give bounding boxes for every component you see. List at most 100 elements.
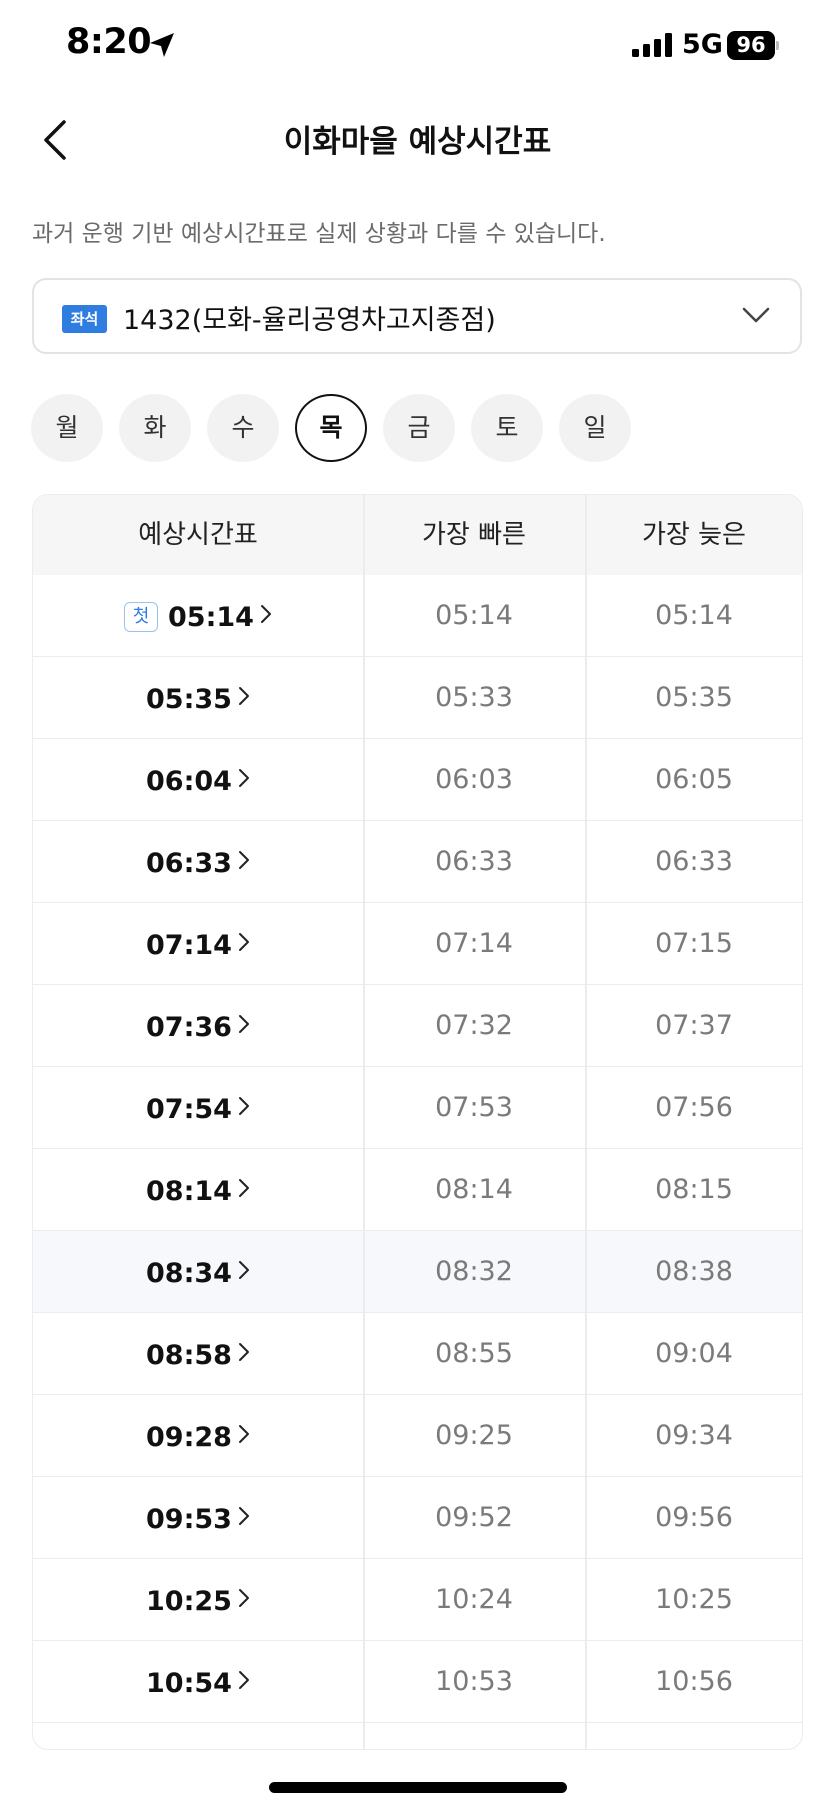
earliest-time-cell: 10:24	[435, 1584, 513, 1615]
latest-time-cell: 08:15	[655, 1174, 733, 1205]
day-tab-tue[interactable]: 화	[119, 394, 191, 462]
day-tab-sat[interactable]: 토	[471, 394, 543, 462]
earliest-time-cell: 08:55	[435, 1338, 513, 1369]
scheduled-time-cell[interactable]: 07:36	[33, 985, 363, 1067]
scheduled-time-cell[interactable]: 08:34	[33, 1231, 363, 1313]
latest-time-cell: 08:38	[655, 1256, 733, 1287]
nav-bar: 이화마을 예상시간표	[0, 96, 835, 182]
chevron-down-icon	[742, 306, 770, 328]
table-row[interactable]: 09:28 09:25 09:34	[33, 1395, 802, 1477]
table-row[interactable]	[33, 1723, 802, 1749]
table-header: 예상시간표 가장 빠른 가장 늦은	[33, 495, 802, 575]
scheduled-time-cell[interactable]: 08:14	[33, 1149, 363, 1231]
scheduled-time-cell[interactable]: 10:25	[33, 1559, 363, 1641]
table-row[interactable]: 첫 05:14 05:14 05:14	[33, 575, 802, 657]
table-row[interactable]: 10:54 10:53 10:56	[33, 1641, 802, 1723]
table-row[interactable]: 05:35 05:33 05:35	[33, 657, 802, 739]
earliest-time-cell: 06:03	[435, 764, 513, 795]
scheduled-time: 06:33	[146, 848, 232, 879]
scheduled-time-cell[interactable]: 05:35	[33, 657, 363, 739]
scheduled-time-cell[interactable]: 08:58	[33, 1313, 363, 1395]
day-tab-fri[interactable]: 금	[383, 394, 455, 462]
chevron-right-icon	[238, 1559, 250, 1641]
scheduled-time: 07:14	[146, 930, 232, 961]
latest-time-cell: 10:56	[655, 1666, 733, 1697]
table-row[interactable]: 08:14 08:14 08:15	[33, 1149, 802, 1231]
chevron-right-icon	[238, 1641, 250, 1723]
route-name: 1432(모화-율리공영차고지종점)	[123, 305, 496, 336]
column-header-scheduled: 예상시간표	[138, 520, 258, 550]
scheduled-time: 09:28	[146, 1422, 232, 1453]
page-title: 이화마을 예상시간표	[283, 124, 552, 160]
day-tab-mon[interactable]: 월	[31, 394, 103, 462]
home-indicator	[269, 1782, 567, 1793]
chevron-right-icon	[238, 985, 250, 1067]
table-row[interactable]: 10:25 10:24 10:25	[33, 1559, 802, 1641]
chevron-right-icon	[260, 575, 272, 657]
location-arrow-icon	[148, 31, 176, 63]
day-tab-wed[interactable]: 수	[207, 394, 279, 462]
column-header-latest: 가장 늦은	[642, 520, 746, 550]
table-row[interactable]: 08:34 08:32 08:38	[33, 1231, 802, 1313]
scheduled-time: 05:14	[168, 602, 254, 633]
scheduled-time: 07:36	[146, 1012, 232, 1043]
timetable: 예상시간표 가장 빠른 가장 늦은 첫 05:14 05:14 05:14 05:35 0…	[32, 494, 803, 1750]
latest-time-cell: 07:15	[655, 928, 733, 959]
route-selector[interactable]: 좌석 1432(모화-율리공영차고지종점)	[32, 278, 802, 354]
scheduled-time: 08:58	[146, 1340, 232, 1371]
scheduled-time-cell[interactable]: 09:28	[33, 1395, 363, 1477]
scheduled-time: 09:53	[146, 1504, 232, 1535]
disclaimer-text: 과거 운행 기반 예상시간표로 실제 상황과 다를 수 있습니다.	[32, 221, 606, 247]
day-tab-thu[interactable]: 목	[295, 394, 367, 462]
chevron-right-icon	[238, 1395, 250, 1477]
earliest-time-cell: 05:33	[435, 682, 513, 713]
scheduled-time: 06:04	[146, 766, 232, 797]
battery-level: 96	[727, 31, 775, 60]
scheduled-time: 08:34	[146, 1258, 232, 1289]
table-row[interactable]: 07:14 07:14 07:15	[33, 903, 802, 985]
latest-time-cell: 05:14	[655, 600, 733, 631]
table-row[interactable]: 06:04 06:03 06:05	[33, 739, 802, 821]
day-tabs: 월 화 수 목 금 토 일	[31, 394, 811, 464]
table-row[interactable]: 08:58 08:55 09:04	[33, 1313, 802, 1395]
scheduled-time: 05:35	[146, 684, 232, 715]
earliest-time-cell: 07:32	[435, 1010, 513, 1041]
chevron-right-icon	[238, 1231, 250, 1313]
earliest-time-cell: 09:52	[435, 1502, 513, 1533]
earliest-time-cell: 08:32	[435, 1256, 513, 1287]
status-bar: 8:20 5G 96	[0, 0, 835, 96]
scheduled-time-cell[interactable]: 첫 05:14	[33, 575, 363, 657]
status-time: 8:20	[66, 22, 152, 62]
table-row[interactable]: 07:36 07:32 07:37	[33, 985, 802, 1067]
table-row[interactable]: 07:54 07:53 07:56	[33, 1067, 802, 1149]
scheduled-time-cell[interactable]: 07:14	[33, 903, 363, 985]
latest-time-cell: 07:37	[655, 1010, 733, 1041]
scheduled-time-cell[interactable]: 07:54	[33, 1067, 363, 1149]
latest-time-cell: 06:33	[655, 846, 733, 877]
chevron-right-icon	[238, 1313, 250, 1395]
table-row[interactable]: 06:33 06:33 06:33	[33, 821, 802, 903]
signal-bars-icon	[632, 33, 674, 61]
earliest-time-cell: 07:14	[435, 928, 513, 959]
scheduled-time: 07:54	[146, 1094, 232, 1125]
column-header-earliest: 가장 빠른	[422, 520, 526, 550]
day-tab-sun[interactable]: 일	[559, 394, 631, 462]
scheduled-time-cell[interactable]: 06:33	[33, 821, 363, 903]
earliest-time-cell: 08:14	[435, 1174, 513, 1205]
chevron-right-icon	[238, 903, 250, 985]
latest-time-cell: 09:34	[655, 1420, 733, 1451]
chevron-right-icon	[238, 739, 250, 821]
latest-time-cell: 09:04	[655, 1338, 733, 1369]
table-row[interactable]: 09:53 09:52 09:56	[33, 1477, 802, 1559]
earliest-time-cell: 05:14	[435, 600, 513, 631]
earliest-time-cell: 06:33	[435, 846, 513, 877]
chevron-right-icon	[238, 821, 250, 903]
earliest-time-cell: 09:25	[435, 1420, 513, 1451]
chevron-right-icon	[238, 1477, 250, 1559]
latest-time-cell: 06:05	[655, 764, 733, 795]
latest-time-cell: 10:25	[655, 1584, 733, 1615]
scheduled-time-cell[interactable]: 10:54	[33, 1641, 363, 1723]
scheduled-time-cell[interactable]: 09:53	[33, 1477, 363, 1559]
latest-time-cell: 05:35	[655, 682, 733, 713]
scheduled-time-cell[interactable]: 06:04	[33, 739, 363, 821]
